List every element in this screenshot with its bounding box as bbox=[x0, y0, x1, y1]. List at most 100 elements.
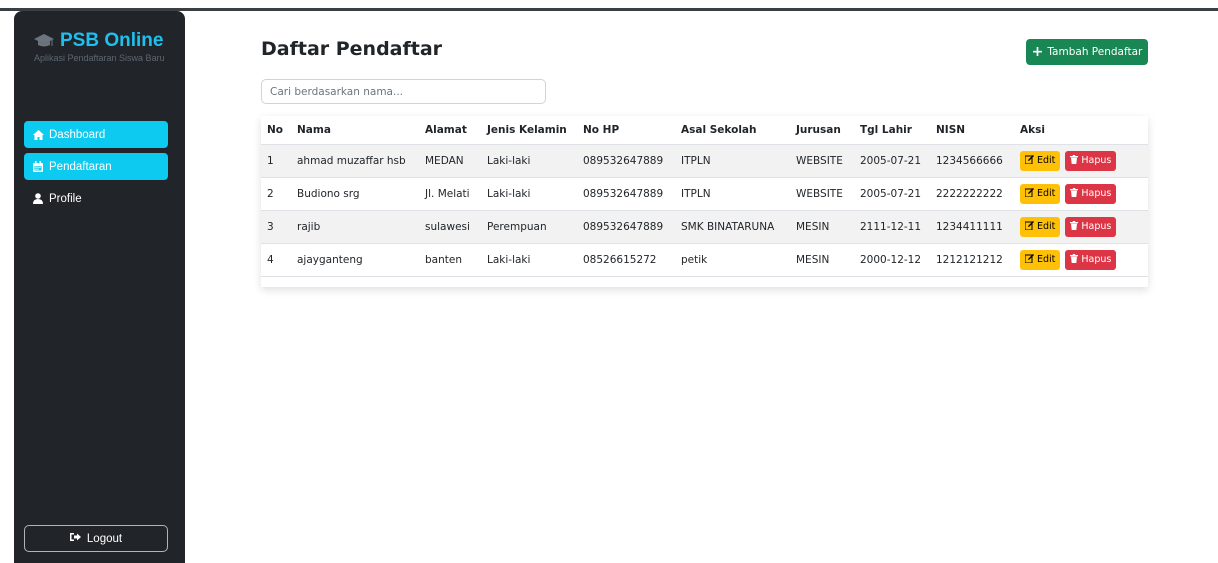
trash-icon bbox=[1070, 220, 1079, 233]
column-header: Aksi bbox=[1014, 116, 1148, 145]
table-cell: Laki-laki bbox=[481, 177, 577, 211]
table-cell: 089532647889 bbox=[577, 144, 675, 178]
search-input[interactable] bbox=[261, 79, 546, 104]
delete-button[interactable]: Hapus bbox=[1065, 183, 1117, 204]
column-header: No HP bbox=[577, 116, 675, 145]
column-header: Tgl Lahir bbox=[854, 116, 930, 145]
table-cell: ITPLN bbox=[675, 177, 790, 211]
table-cell: SMK BINATARUNA bbox=[675, 210, 790, 244]
delete-label: Hapus bbox=[1081, 254, 1112, 265]
edit-icon bbox=[1024, 187, 1034, 200]
table-cell: WEBSITE bbox=[790, 177, 854, 211]
table-cell: 089532647889 bbox=[577, 210, 675, 244]
table-cell: 2000-12-12 bbox=[854, 243, 930, 277]
column-header: Jurusan bbox=[790, 116, 854, 145]
sidebar-item-label: Dashboard bbox=[49, 128, 106, 141]
table-row: 4 ajayganteng banten Laki-laki 08526615272 pe… bbox=[261, 243, 1148, 277]
table-cell: 1 bbox=[261, 144, 291, 178]
sidebar-item-dashboard[interactable]: Dashboard bbox=[24, 121, 168, 148]
column-header: No bbox=[261, 116, 291, 145]
logout-button[interactable]: Logout bbox=[24, 525, 168, 552]
app-title: PSB Online bbox=[60, 30, 164, 51]
add-pendaftar-button[interactable]: + Tambah Pendaftar bbox=[1026, 39, 1148, 65]
table-cell: ahmad muzaffar hsb bbox=[291, 144, 419, 178]
edit-icon bbox=[1024, 154, 1034, 167]
home-icon bbox=[32, 129, 44, 141]
table-cell: 3 bbox=[261, 210, 291, 244]
table-cell: 08526615272 bbox=[577, 243, 675, 277]
edit-button[interactable]: Edit bbox=[1020, 249, 1061, 270]
table-cell: sulawesi bbox=[419, 210, 481, 244]
add-pendaftar-label: Tambah Pendaftar bbox=[1047, 46, 1143, 58]
delete-button[interactable]: Hapus bbox=[1065, 216, 1117, 237]
table-cell: rajib bbox=[291, 210, 419, 244]
table-row: 1 ahmad muzaffar hsb MEDAN Laki-laki 0895326… bbox=[261, 144, 1148, 178]
trash-icon bbox=[1070, 187, 1079, 200]
edit-label: Edit bbox=[1037, 221, 1056, 232]
edit-button[interactable]: Edit bbox=[1020, 150, 1061, 171]
table-cell: 2222222222 bbox=[930, 177, 1014, 211]
table-cell: 2 bbox=[261, 177, 291, 211]
table-cell: petik bbox=[675, 243, 790, 277]
top-border bbox=[0, 8, 1218, 11]
table-cell: 2005-07-21 bbox=[854, 144, 930, 178]
edit-label: Edit bbox=[1037, 254, 1056, 265]
table-cell: Jl. Melati bbox=[419, 177, 481, 211]
actions-cell: Edit Hapus bbox=[1014, 144, 1148, 178]
table-cell: 1234566666 bbox=[930, 144, 1014, 178]
calendar-icon bbox=[32, 161, 44, 173]
table-cell: ITPLN bbox=[675, 144, 790, 178]
edit-icon bbox=[1024, 220, 1034, 233]
table-cell: 1234411111 bbox=[930, 210, 1014, 244]
sidebar: PSB Online Aplikasi Pendaftaran Siswa Ba… bbox=[14, 11, 185, 563]
sign-out-icon bbox=[69, 532, 81, 545]
table-cell: Laki-laki bbox=[481, 144, 577, 178]
brand: PSB Online bbox=[34, 30, 163, 52]
delete-label: Hapus bbox=[1081, 221, 1112, 232]
delete-button[interactable]: Hapus bbox=[1065, 249, 1117, 270]
trash-icon bbox=[1070, 253, 1079, 266]
actions-cell: Edit Hapus bbox=[1014, 210, 1148, 244]
sidebar-item-profile[interactable]: Profile bbox=[24, 185, 168, 212]
table-cell: 2005-07-21 bbox=[854, 177, 930, 211]
table-cell: Budiono srg bbox=[291, 177, 419, 211]
trash-icon bbox=[1070, 154, 1079, 167]
delete-label: Hapus bbox=[1081, 155, 1112, 166]
user-icon bbox=[32, 193, 44, 205]
app-subtitle: Aplikasi Pendaftaran Siswa Baru bbox=[34, 53, 165, 63]
logout-label: Logout bbox=[86, 532, 123, 545]
column-header: Jenis Kelamin bbox=[481, 116, 577, 145]
page-title: Daftar Pendaftar bbox=[261, 38, 443, 60]
table-header-row: No Nama Alamat Jenis Kelamin No HP Asal … bbox=[261, 116, 1148, 145]
table-cell: ajayganteng bbox=[291, 243, 419, 277]
table-cell: 1212121212 bbox=[930, 243, 1014, 277]
table-cell: 4 bbox=[261, 243, 291, 277]
edit-icon bbox=[1024, 253, 1034, 266]
edit-label: Edit bbox=[1037, 155, 1056, 166]
edit-button[interactable]: Edit bbox=[1020, 183, 1061, 204]
actions-cell: Edit Hapus bbox=[1014, 177, 1148, 211]
column-header: NISN bbox=[930, 116, 1014, 145]
sidebar-item-label: Profile bbox=[49, 192, 82, 205]
table-row: 3 rajib sulawesi Perempuan 089532647889 SMK B… bbox=[261, 210, 1148, 244]
column-header: Alamat bbox=[419, 116, 481, 145]
table-cell: 2111-12-11 bbox=[854, 210, 930, 244]
actions-cell: Edit Hapus bbox=[1014, 243, 1148, 277]
table-cell: banten bbox=[419, 243, 481, 277]
edit-button[interactable]: Edit bbox=[1020, 216, 1061, 237]
table-cell: WEBSITE bbox=[790, 144, 854, 178]
delete-label: Hapus bbox=[1081, 188, 1112, 199]
sidebar-item-label: Pendaftaran bbox=[49, 160, 112, 173]
column-header: Nama bbox=[291, 116, 419, 145]
graduation-cap-icon bbox=[34, 34, 54, 47]
table-cell: Perempuan bbox=[481, 210, 577, 244]
table-cell: MESIN bbox=[790, 243, 854, 277]
pendaftar-table: No Nama Alamat Jenis Kelamin No HP Asal … bbox=[261, 116, 1148, 287]
table-cell: Laki-laki bbox=[481, 243, 577, 277]
plus-icon: + bbox=[1031, 44, 1044, 60]
table-cell: MESIN bbox=[790, 210, 854, 244]
table-row: 2 Budiono srg Jl. Melati Laki-laki 089532647… bbox=[261, 177, 1148, 211]
delete-button[interactable]: Hapus bbox=[1065, 150, 1117, 171]
edit-label: Edit bbox=[1037, 188, 1056, 199]
sidebar-item-pendaftaran[interactable]: Pendaftaran bbox=[24, 153, 168, 180]
